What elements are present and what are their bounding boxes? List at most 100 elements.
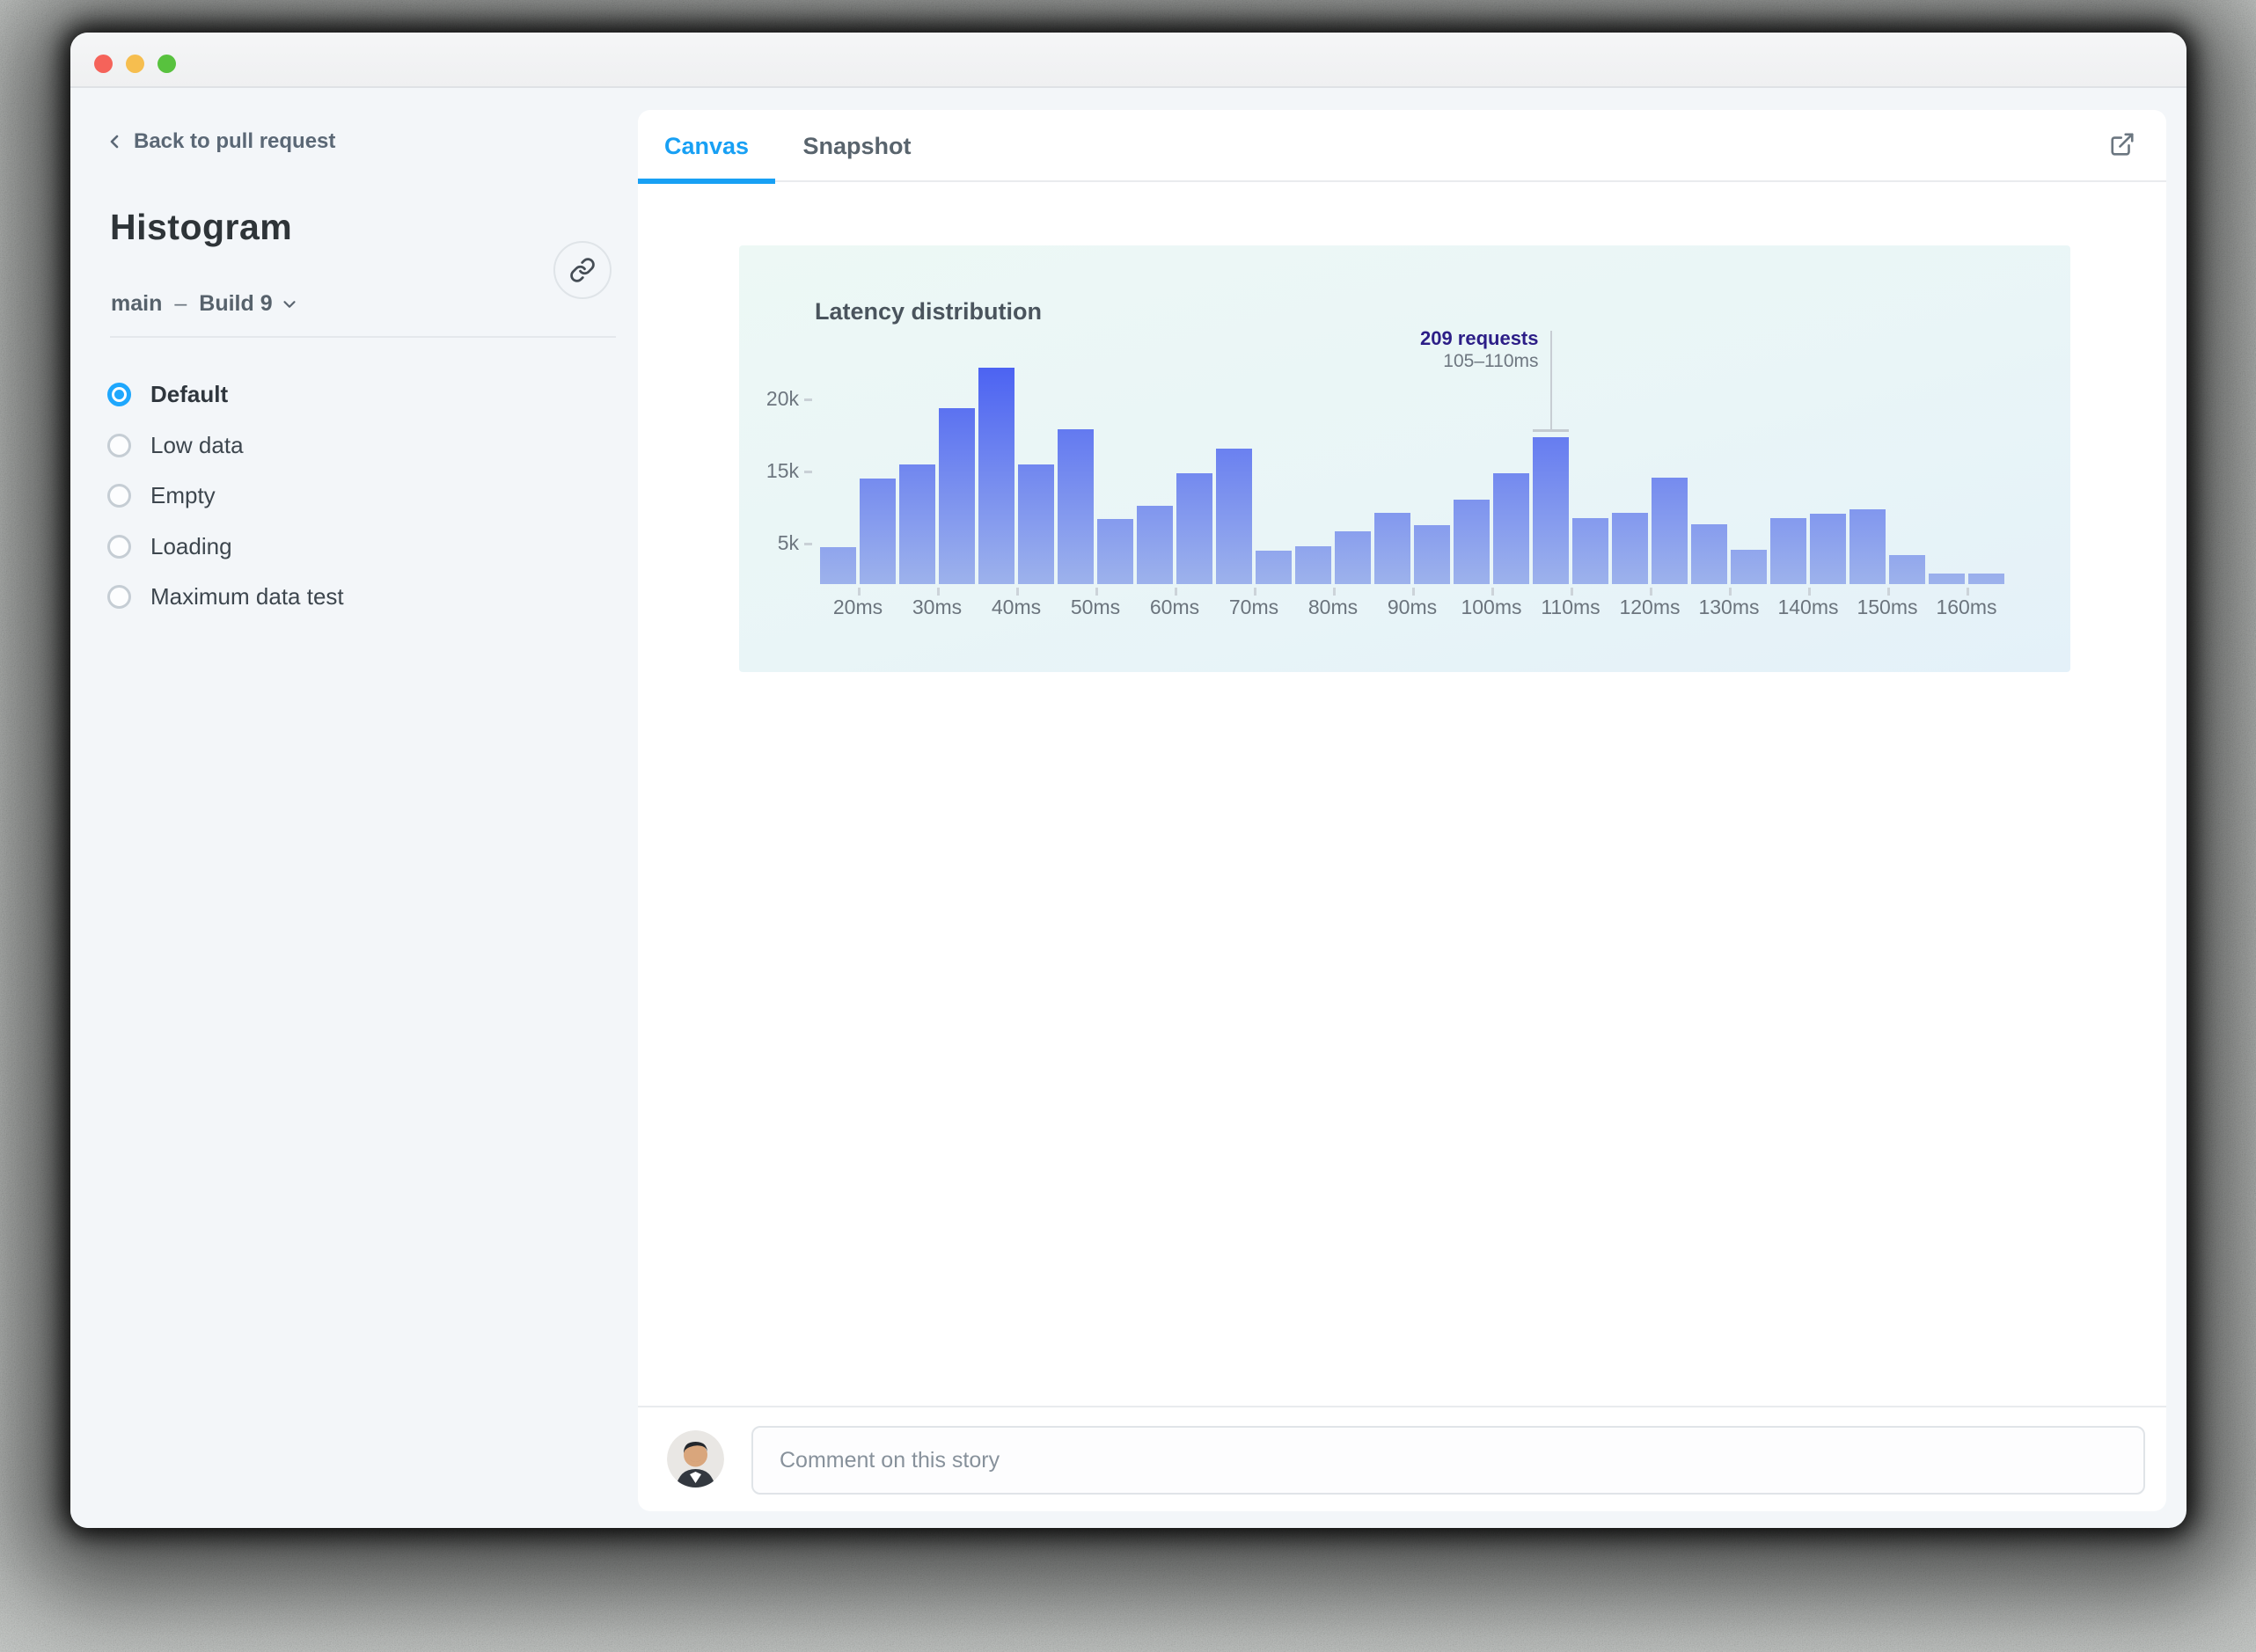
x-axis-tick-label: 30ms [912,596,963,618]
histogram-bar[interactable] [1889,555,1925,584]
tooltip: 209 requests 105–110ms [1275,326,1539,373]
histogram-bar[interactable] [1058,429,1094,584]
x-axis-tick-label: 70ms [1228,596,1279,618]
minimize-window-button[interactable] [126,55,144,73]
story-item-loading[interactable]: Loading [107,522,600,573]
tooltip-value: 209 requests [1419,327,1539,349]
x-axis-tick-mark [1808,588,1811,596]
tab-canvas[interactable]: Canvas [638,110,775,184]
tab-snapshot[interactable]: Snapshot [775,110,939,182]
back-label: Back to pull request [134,129,336,153]
histogram-bar[interactable] [939,408,975,584]
histogram-bar[interactable] [1968,574,2004,584]
external-link-icon [2111,133,2134,156]
app-window: Back to pull request Histogram main – Bu… [70,33,2186,1528]
story-item-low-data[interactable]: Low data [107,420,600,471]
histogram-bar[interactable] [1691,524,1727,584]
histogram-bar[interactable] [1770,518,1806,584]
open-external-button[interactable] [2109,131,2137,159]
story-item-label: Default [150,381,229,408]
x-axis-tick-label: 130ms [1698,596,1760,618]
zoom-window-button[interactable] [157,55,176,73]
x-axis-tick-label: 100ms [1461,596,1522,618]
story-item-maximum-data-test[interactable]: Maximum data test [107,572,600,623]
x-axis-tick-mark [1967,588,1969,596]
x-axis-tick-label: 20ms [832,596,883,618]
story-list: Default Low data Empty Loading Maximum data … [107,369,600,623]
x-axis-tick-mark [1491,588,1494,596]
x-axis-tick-mark [1095,588,1098,596]
histogram-bar[interactable] [1097,519,1133,584]
story-item-empty[interactable]: Empty [107,471,600,522]
histogram-bar[interactable] [1929,574,1965,584]
story-item-label: Maximum data test [150,583,344,610]
histogram-bar[interactable] [1414,525,1450,584]
story-item-label: Loading [150,532,232,559]
sidebar-divider [110,336,616,338]
y-axis-tick-label: 20k [765,387,799,410]
comment-input[interactable] [751,1426,2145,1495]
histogram-bar[interactable] [1652,478,1688,584]
histogram-bar[interactable] [860,479,896,584]
histogram-bar[interactable] [1493,473,1529,584]
tooltip-pointer-cap [1533,429,1569,432]
histogram-bar[interactable] [1018,464,1054,584]
histogram-bar[interactable] [1810,514,1846,584]
x-axis-tick-mark [937,588,940,596]
histogram-bar[interactable] [1256,551,1292,584]
x-axis-tick-label: 140ms [1777,596,1839,618]
radio-selected-icon[interactable] [107,383,131,407]
radio-icon[interactable] [107,433,131,457]
tab-canvas-label: Canvas [663,132,750,159]
y-axis-tick-label: 5k [777,531,799,554]
histogram-bar[interactable] [1216,449,1252,584]
y-axis-tick-mark [804,398,812,401]
histogram-bar[interactable] [1612,513,1648,584]
window-titlebar [70,33,2186,88]
x-axis-tick-mark [1729,588,1732,596]
x-axis-tick-label: 40ms [991,596,1042,618]
histogram-bar[interactable] [1533,437,1569,584]
x-axis-tick-label: 160ms [1936,596,1997,618]
main-panel: Canvas Snapshot Latency distribution 20k… [638,110,2166,1511]
branch-build-row: main – Build 9 [111,291,299,317]
histogram-bar[interactable] [899,464,935,584]
x-axis-tick-mark [1412,588,1415,596]
histogram-bar[interactable] [978,368,1014,584]
histogram-bar[interactable] [1176,473,1212,584]
histogram-bars [820,368,2004,584]
x-axis-tick-mark [1254,588,1256,596]
radio-icon[interactable] [107,484,131,508]
x-axis-tick-label: 110ms [1541,596,1600,618]
histogram-bar[interactable] [1572,518,1608,584]
histogram-bar[interactable] [1335,531,1371,584]
histogram-bar[interactable] [1374,513,1410,584]
chart-title: Latency distribution [815,298,1043,325]
comment-bar [638,1406,2166,1511]
back-to-pull-request-link[interactable]: Back to pull request [104,129,335,154]
histogram-bar[interactable] [1849,509,1886,584]
histogram-bar[interactable] [1731,550,1767,584]
histogram-bar[interactable] [1454,500,1490,584]
close-window-button[interactable] [94,55,113,73]
copy-link-button[interactable] [553,241,612,299]
x-axis-tick-label: 90ms [1387,596,1438,618]
histogram-bar[interactable] [820,547,856,584]
x-axis-tick-label: 150ms [1857,596,1918,618]
x-axis-tick-mark [1016,588,1019,596]
radio-icon[interactable] [107,585,131,610]
sidebar: Back to pull request Histogram main – Bu… [70,90,638,1528]
component-title: Histogram [110,207,293,247]
histogram-bar[interactable] [1137,506,1173,584]
histogram-bar[interactable] [1295,546,1331,584]
chevron-left-icon [110,135,119,149]
radio-icon[interactable] [107,534,131,559]
y-axis-tick-mark [804,471,812,473]
x-axis-tick-mark [1333,588,1336,596]
story-item-default[interactable]: Default [107,369,600,420]
build-selector[interactable]: Build 9 [199,291,298,317]
tooltip-range: 105–110ms [1443,351,1539,371]
user-avatar[interactable] [667,1430,724,1488]
x-axis-tick-label: 60ms [1149,596,1200,618]
x-axis-tick-mark [1175,588,1177,596]
